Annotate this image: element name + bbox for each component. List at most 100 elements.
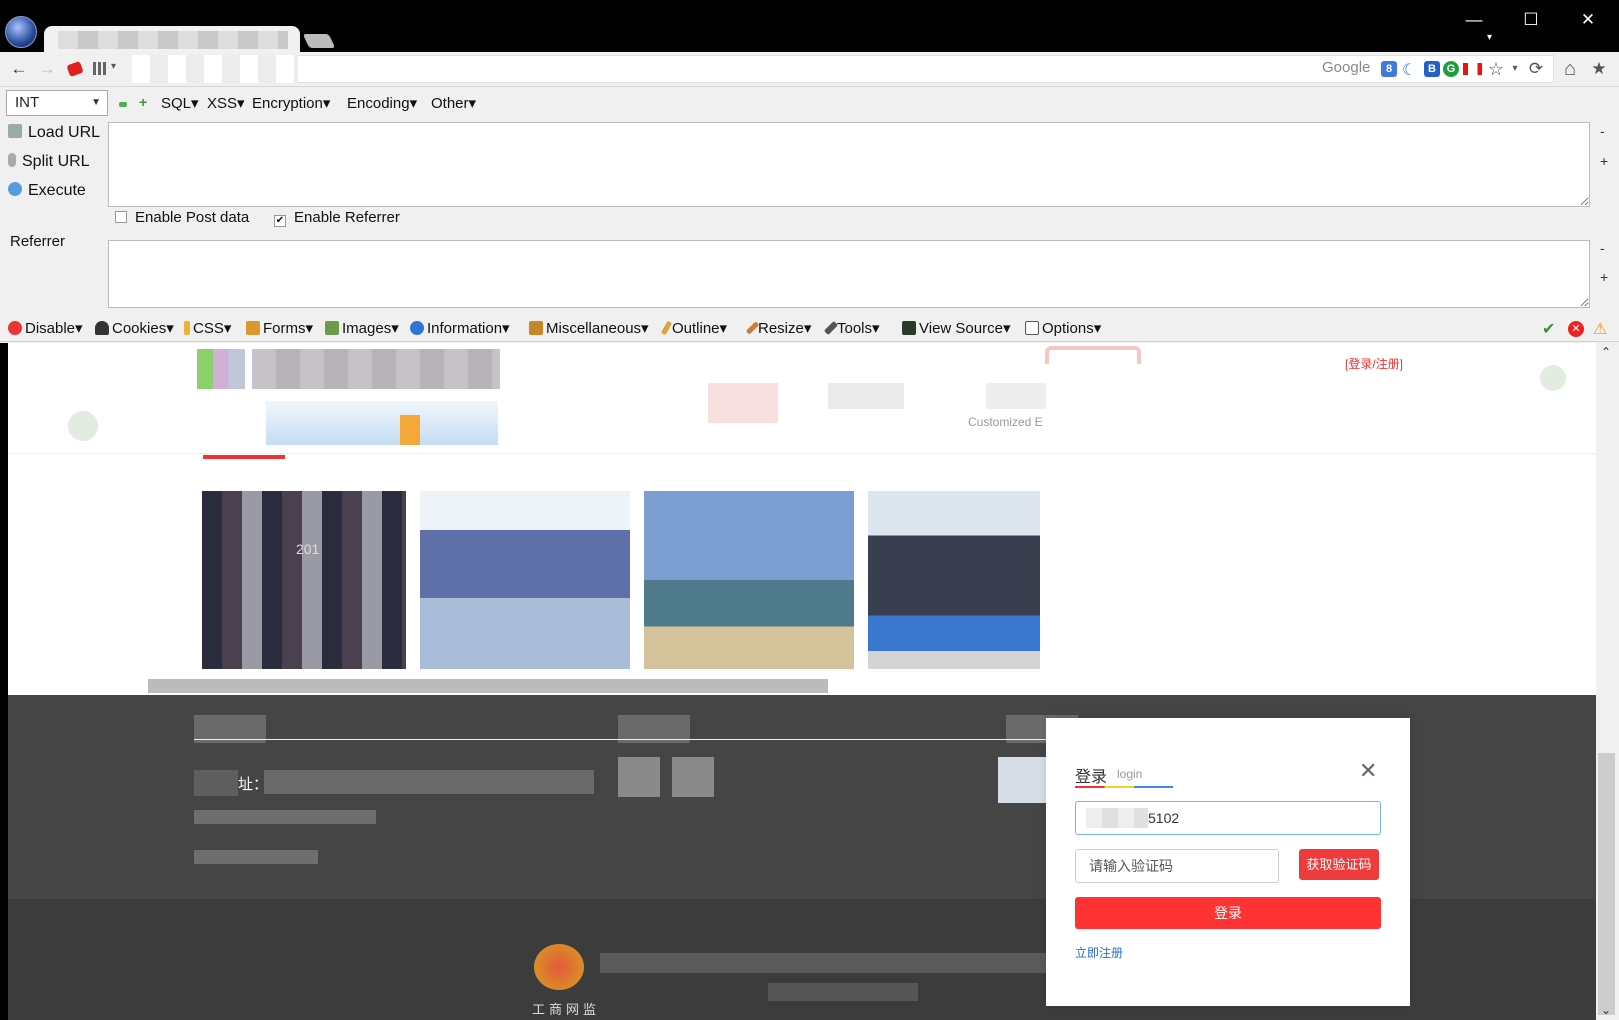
phone-blurred: [194, 810, 376, 824]
wd-disable[interactable]: Disable▾: [8, 319, 83, 337]
type-select[interactable]: INT ▼: [6, 90, 108, 116]
grid-menu-dropdown[interactable]: ▾: [111, 61, 116, 72]
url-shrink-button[interactable]: -: [1600, 123, 1605, 139]
menu-xss[interactable]: XSS▾: [207, 94, 245, 112]
wd-miscellaneous[interactable]: Miscellaneous▾: [529, 319, 649, 337]
close-button[interactable]: ✕: [1573, 8, 1603, 32]
enable-referrer-checkbox[interactable]: ✔: [274, 215, 286, 227]
google-search-icon[interactable]: 8: [1381, 61, 1397, 77]
bookmarks-icon[interactable]: ★: [1589, 58, 1609, 80]
search-engine-label: Google: [1322, 59, 1371, 76]
banner-red-block: [708, 383, 778, 423]
scroll-down-icon[interactable]: ⌄: [1601, 1003, 1611, 1017]
enable-post-toggle[interactable]: Enable Post data: [115, 209, 249, 226]
address-value-blurred: [264, 770, 594, 794]
increase-icon[interactable]: +: [139, 94, 147, 110]
register-link[interactable]: 立即注册: [1075, 944, 1123, 961]
wd-information[interactable]: Information▾: [410, 319, 510, 337]
url-textarea[interactable]: [108, 122, 1590, 207]
banner-grey-block-2: [986, 383, 1046, 409]
warning-icon[interactable]: ⚠: [1593, 319, 1607, 339]
referrer-textarea[interactable]: [108, 240, 1590, 308]
g-icon[interactable]: G: [1443, 61, 1459, 77]
enable-referrer-label: Enable Referrer: [294, 209, 400, 226]
vertical-scrollbar[interactable]: ⌃ ⌄: [1596, 343, 1619, 1020]
news-photo-1-text: 201: [296, 541, 320, 557]
login-panel: 登录 login ✕ 5102 请输入验证码 获取验证码 登录 立即注册: [1046, 718, 1410, 1006]
bing-icon[interactable]: B: [1424, 61, 1440, 77]
back-button[interactable]: ←: [8, 58, 30, 80]
nav-active-underline: [203, 455, 285, 459]
menu-sql[interactable]: SQL▾: [161, 94, 199, 112]
browser-tab[interactable]: [44, 26, 300, 54]
flag-icon[interactable]: [1463, 63, 1482, 75]
minimize-button[interactable]: —: [1459, 8, 1489, 32]
disable-icon: [8, 321, 22, 335]
close-icon[interactable]: ✕: [1359, 760, 1377, 782]
menu-xss-label: XSS: [207, 95, 238, 112]
split-url-button[interactable]: Split URL: [8, 153, 90, 171]
execute-button[interactable]: Execute: [8, 182, 86, 200]
addon-icon[interactable]: [66, 60, 84, 78]
login-register-link[interactable]: [登录/注册]: [1345, 355, 1403, 372]
scrollbar-thumb[interactable]: [1598, 753, 1615, 1015]
star-dropdown-icon[interactable]: ▾: [1508, 58, 1522, 80]
new-tab-button[interactable]: [302, 34, 336, 48]
decrease-icon[interactable]: [119, 102, 127, 107]
wd-options[interactable]: Options▾: [1025, 319, 1101, 337]
load-url-label: Load URL: [28, 124, 101, 141]
wd-outline[interactable]: Outline▾: [660, 319, 727, 337]
grid-menu-icon[interactable]: [93, 62, 107, 75]
wd-cookies[interactable]: Cookies▾: [95, 319, 174, 337]
referrer-grow-button[interactable]: +: [1600, 269, 1608, 285]
menu-encoding[interactable]: Encoding▾: [347, 94, 417, 112]
menu-encryption[interactable]: Encryption▾: [252, 94, 330, 112]
cookies-icon: [95, 321, 109, 335]
news-photo-4[interactable]: [868, 491, 1040, 669]
wd-cookies-label: Cookies: [112, 320, 167, 337]
web-page: Customized E 201 址： 工商网监 [登录/注册] 登录 logi…: [8, 343, 1596, 1020]
outline-icon: [660, 320, 673, 336]
forms-icon: [246, 321, 260, 335]
crescent-icon[interactable]: ☾: [1402, 60, 1416, 80]
web-developer-toolbar: Disable▾ Cookies▾ CSS▾ Forms▾ Images▾ In…: [0, 316, 1619, 342]
browser-logo-icon[interactable]: [5, 16, 37, 48]
reload-icon[interactable]: ⟳: [1526, 58, 1546, 80]
news-photo-1[interactable]: [202, 491, 406, 669]
load-url-button[interactable]: Load URL: [8, 124, 100, 142]
menu-other[interactable]: Other▾: [431, 94, 476, 112]
bookmark-star-icon[interactable]: ☆: [1486, 58, 1506, 80]
wd-forms[interactable]: Forms▾: [246, 319, 313, 337]
wd-options-label: Options: [1042, 320, 1094, 337]
login-title: 登录: [1075, 769, 1108, 786]
menu-sql-label: SQL: [161, 95, 192, 112]
window-menu-arrow[interactable]: ▾: [1487, 32, 1492, 43]
wd-css[interactable]: CSS▾: [184, 319, 231, 337]
valid-check-icon[interactable]: ✔: [1542, 319, 1555, 339]
login-button[interactable]: 登录: [1075, 897, 1381, 929]
enable-referrer-toggle[interactable]: ✔ Enable Referrer: [274, 209, 400, 227]
enable-post-checkbox[interactable]: [115, 211, 127, 223]
url-grow-button[interactable]: +: [1600, 153, 1608, 169]
url-blurred: [132, 55, 298, 83]
error-icon[interactable]: ✕: [1568, 321, 1584, 337]
verification-code-input[interactable]: 请输入验证码: [1075, 849, 1279, 883]
news-photo-2[interactable]: [420, 491, 630, 669]
wd-miscellaneous-label: Miscellaneous: [546, 320, 642, 337]
split-url-label: Split URL: [22, 153, 90, 170]
news-photo-3[interactable]: [644, 491, 854, 669]
forward-button[interactable]: →: [36, 58, 58, 80]
wd-tools[interactable]: Tools▾: [823, 319, 880, 337]
miscellaneous-icon: [529, 321, 543, 335]
wd-resize[interactable]: Resize▾: [745, 319, 811, 337]
scroll-up-icon[interactable]: ⌃: [1601, 345, 1611, 359]
copyright-blurred: [600, 953, 1088, 973]
wd-images[interactable]: Images▾: [325, 319, 399, 337]
referrer-shrink-button[interactable]: -: [1600, 240, 1605, 256]
phone-input[interactable]: 5102: [1075, 801, 1381, 835]
maximize-button[interactable]: ☐: [1516, 8, 1546, 32]
home-icon[interactable]: ⌂: [1559, 58, 1581, 80]
wd-view-source[interactable]: View Source▾: [902, 319, 1010, 337]
qr-code-2: [672, 757, 714, 797]
get-code-button[interactable]: 获取验证码: [1299, 849, 1379, 880]
